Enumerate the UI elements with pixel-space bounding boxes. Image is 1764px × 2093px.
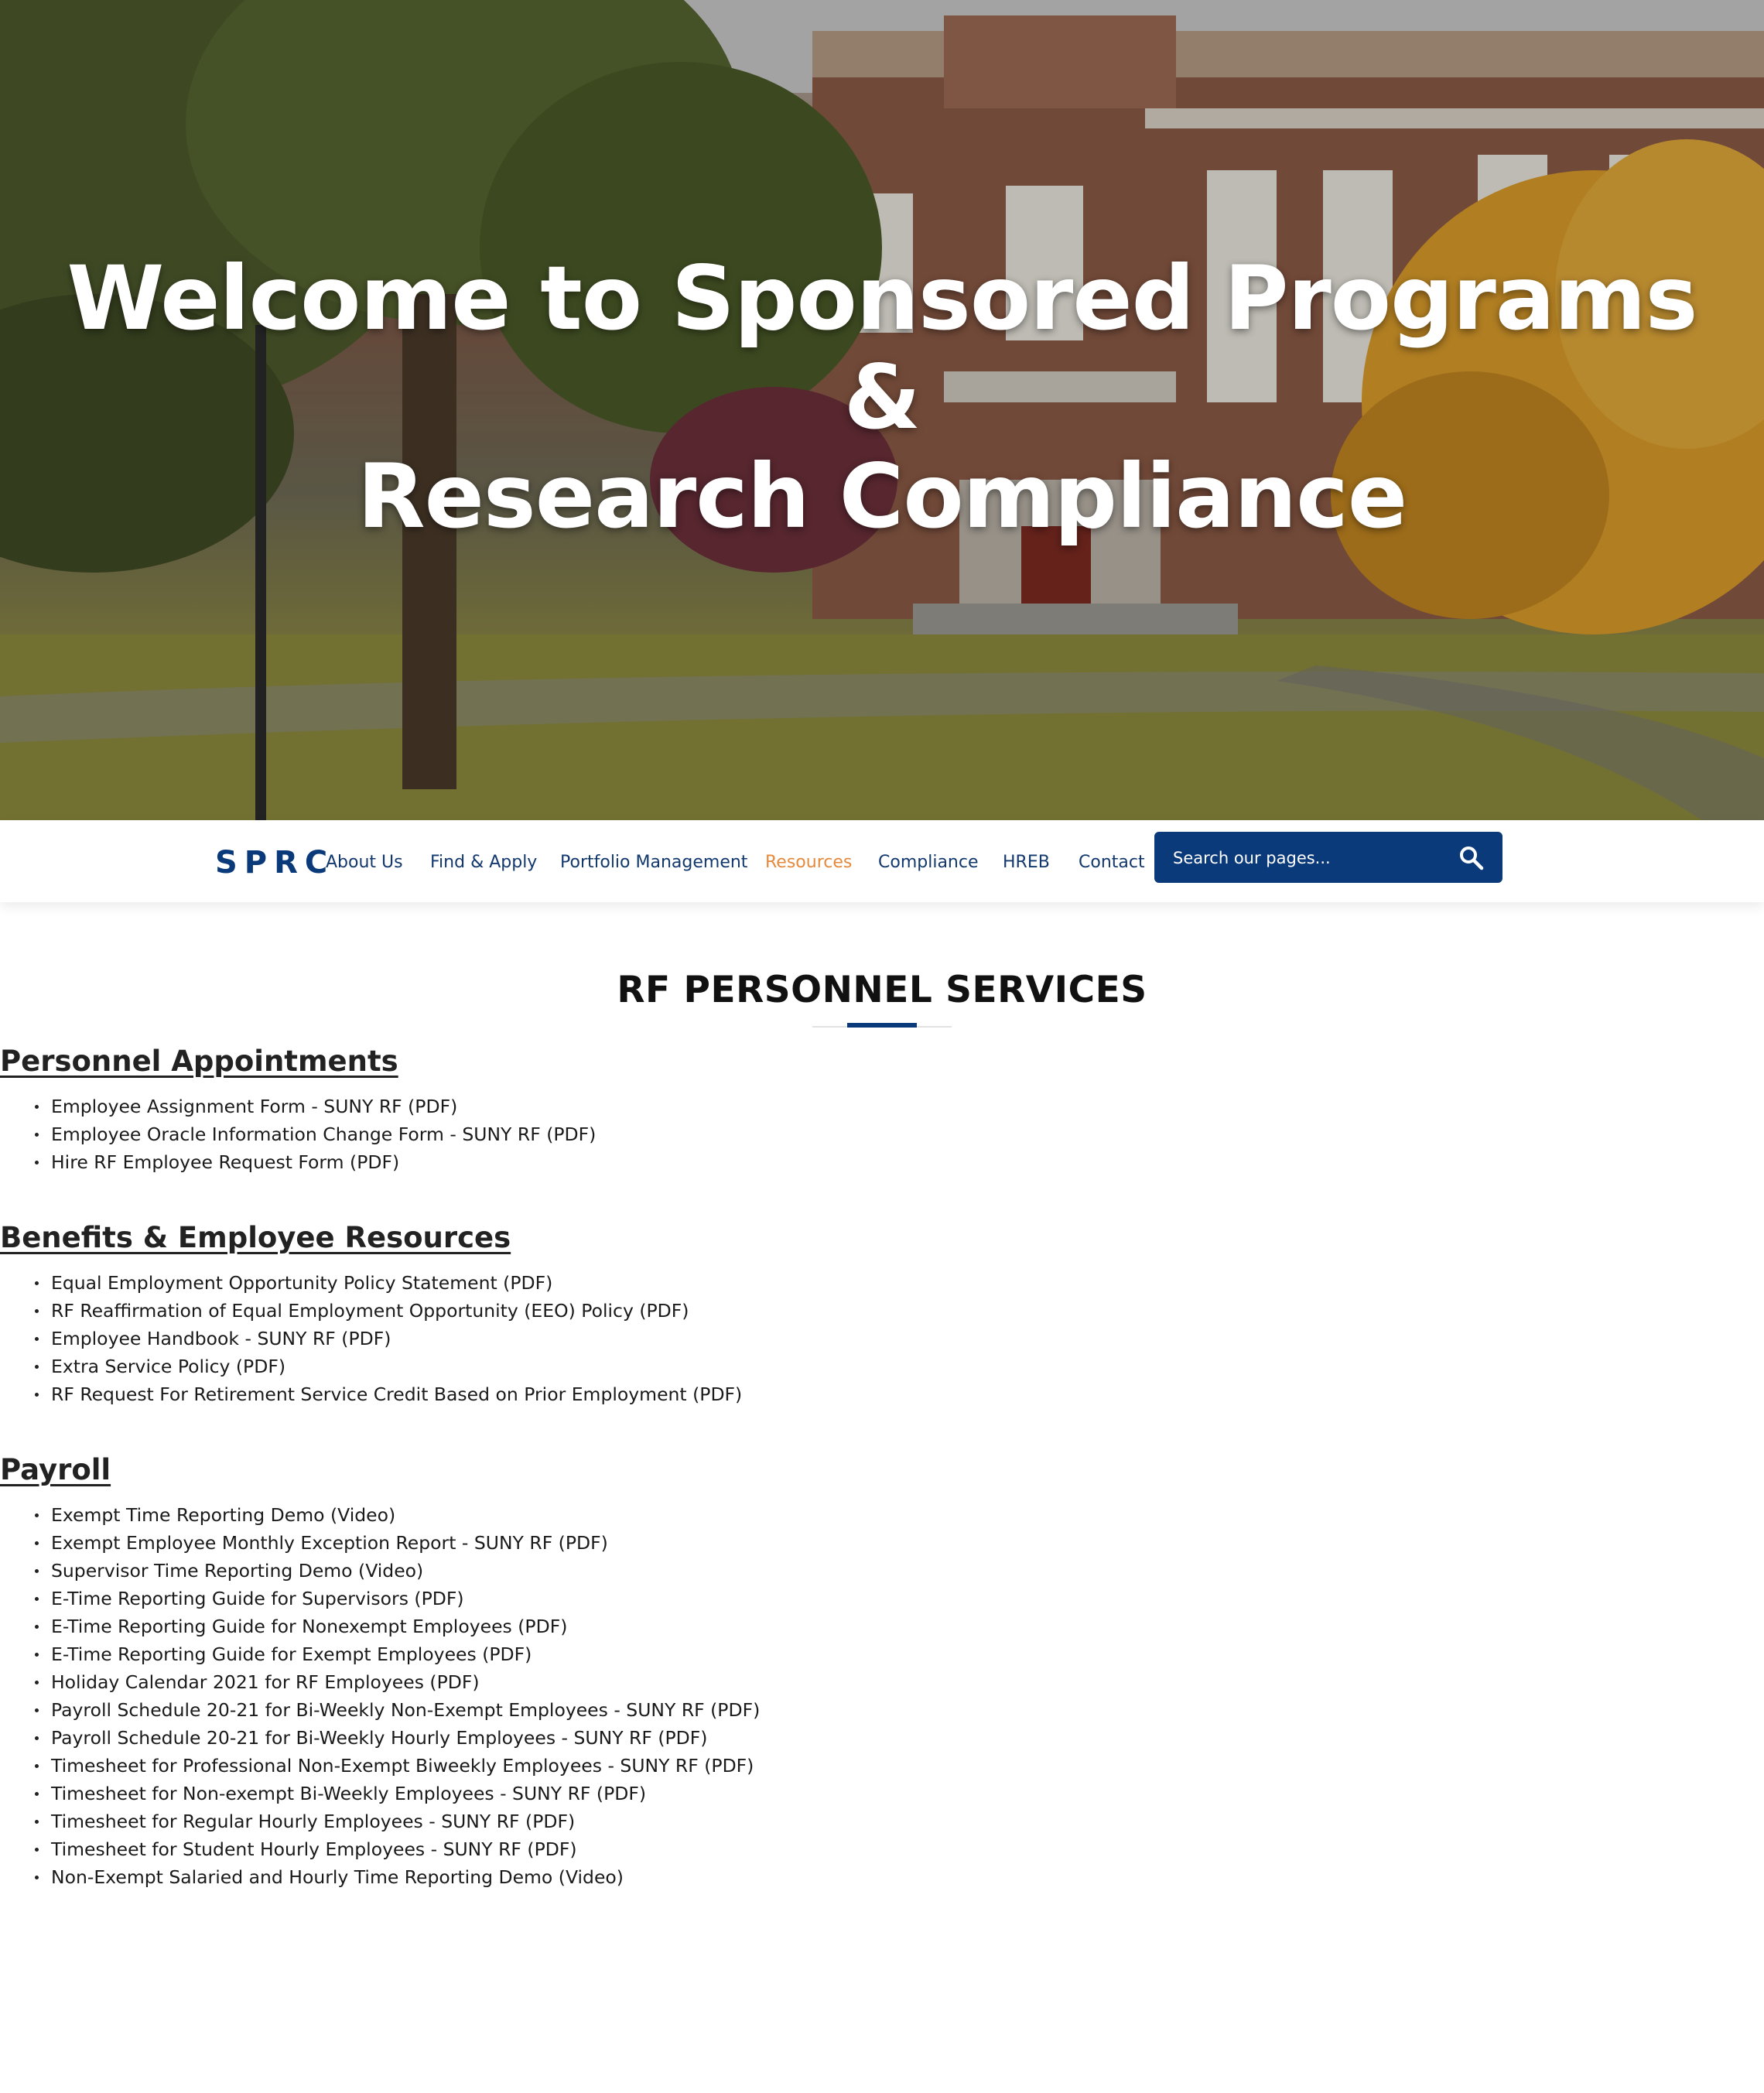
list-item[interactable]: Employee Handbook - SUNY RF (PDF) [0, 1325, 742, 1353]
list-item[interactable]: Extra Service Policy (PDF) [0, 1353, 742, 1380]
list-item[interactable]: RF Reaffirmation of Equal Employment Opp… [0, 1297, 742, 1325]
payroll-list: Exempt Time Reporting Demo (Video) Exemp… [0, 1501, 760, 1891]
section-heading-payroll: Payroll [0, 1453, 111, 1486]
list-item[interactable]: Exempt Employee Monthly Exception Report… [0, 1529, 760, 1557]
list-item[interactable]: Timesheet for Non-exempt Bi-Weekly Emplo… [0, 1780, 760, 1807]
nav-item-contact[interactable]: Contact [1079, 853, 1145, 872]
nav-item-find-apply[interactable]: Find & Apply [430, 853, 537, 872]
list-item[interactable]: Hire RF Employee Request Form (PDF) [0, 1148, 596, 1176]
list-item[interactable]: Holiday Calendar 2021 for RF Employees (… [0, 1668, 760, 1696]
nav-item-compliance[interactable]: Compliance [878, 853, 979, 872]
title-divider-accent [847, 1023, 917, 1028]
search-icon[interactable] [1458, 845, 1485, 871]
hero-banner: Welcome to Sponsored Programs & Research… [0, 0, 1764, 820]
list-item[interactable]: Equal Employment Opportunity Policy Stat… [0, 1269, 742, 1297]
hero-title-line-3: Research Compliance [357, 445, 1407, 548]
search-bar [1154, 832, 1502, 883]
benefits-list: Equal Employment Opportunity Policy Stat… [0, 1269, 742, 1408]
list-item[interactable]: E-Time Reporting Guide for Supervisors (… [0, 1585, 760, 1612]
list-item[interactable]: Timesheet for Professional Non-Exempt Bi… [0, 1752, 760, 1780]
nav-item-portfolio-management[interactable]: Portfolio Management [560, 853, 747, 872]
section-heading-benefits: Benefits & Employee Resources [0, 1221, 511, 1254]
personnel-appointments-list: Employee Assignment Form - SUNY RF (PDF)… [0, 1093, 596, 1176]
list-item[interactable]: Employee Oracle Information Change Form … [0, 1120, 596, 1148]
list-item[interactable]: Non-Exempt Salaried and Hourly Time Repo… [0, 1863, 760, 1891]
list-item[interactable]: Employee Assignment Form - SUNY RF (PDF) [0, 1093, 596, 1120]
section-heading-personnel-appointments: Personnel Appointments [0, 1045, 398, 1078]
list-item[interactable]: RF Request For Retirement Service Credit… [0, 1380, 742, 1408]
brand-logo[interactable]: SPRC [215, 845, 334, 881]
list-item[interactable]: Payroll Schedule 20-21 for Bi-Weekly Non… [0, 1696, 760, 1724]
hero-title-line-1: Welcome to Sponsored Programs [67, 247, 1698, 350]
nav-item-hreb[interactable]: HREB [1003, 853, 1050, 872]
list-item[interactable]: Payroll Schedule 20-21 for Bi-Weekly Hou… [0, 1724, 760, 1752]
search-input[interactable] [1171, 843, 1445, 874]
list-item[interactable]: E-Time Reporting Guide for Nonexempt Emp… [0, 1612, 760, 1640]
nav-item-about-us[interactable]: About Us [326, 853, 403, 872]
list-item[interactable]: E-Time Reporting Guide for Exempt Employ… [0, 1640, 760, 1668]
list-item[interactable]: Timesheet for Student Hourly Employees -… [0, 1835, 760, 1863]
page-title: RF PERSONNEL SERVICES [617, 969, 1147, 1011]
hero-title-line-2: & [843, 346, 921, 449]
list-item[interactable]: Exempt Time Reporting Demo (Video) [0, 1501, 760, 1529]
list-item[interactable]: Timesheet for Regular Hourly Employees -… [0, 1807, 760, 1835]
nav-item-resources[interactable]: Resources [765, 853, 852, 872]
list-item[interactable]: Supervisor Time Reporting Demo (Video) [0, 1557, 760, 1585]
main-nav: SPRC About Us Find & Apply Portfolio Man… [0, 820, 1764, 902]
hero-title: Welcome to Sponsored Programs & Research… [0, 249, 1764, 546]
